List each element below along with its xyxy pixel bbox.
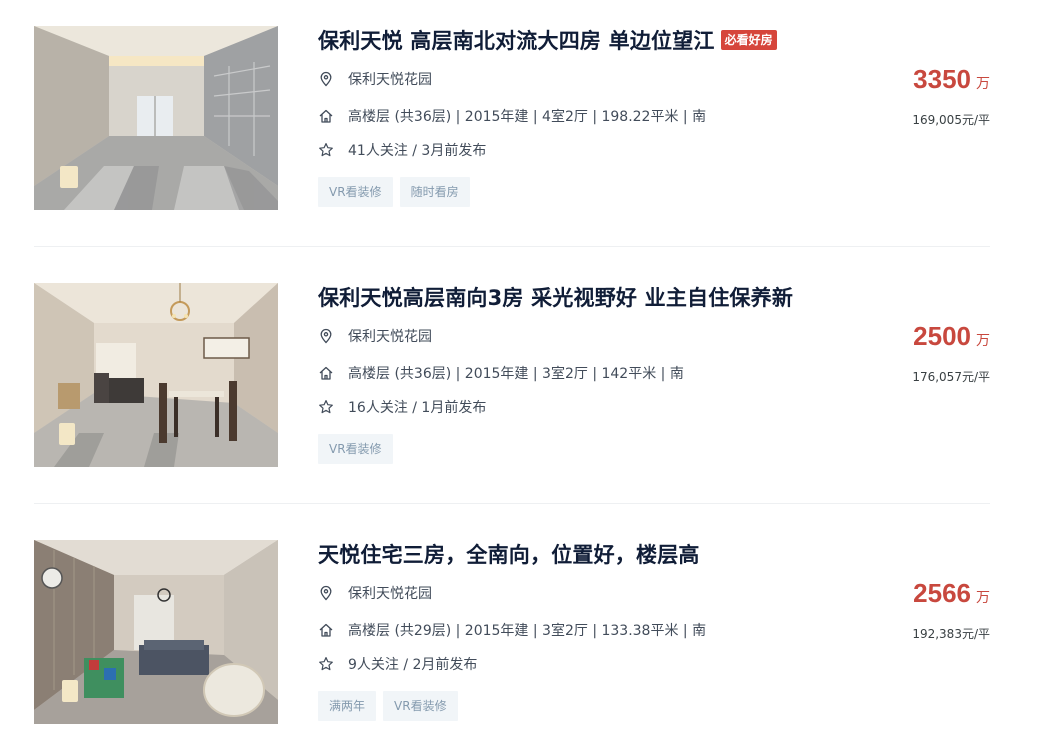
star-icon xyxy=(318,656,334,672)
follow-row: 41人关注 / 3月前发布 xyxy=(318,140,486,160)
listing-card: 保利天悦 高层南北对流大四房 单边位望江 必看好房 保利天悦花园 高楼层 (共3… xyxy=(34,26,990,210)
total-price-value: 2566 xyxy=(913,578,971,608)
total-price-value: 3350 xyxy=(913,64,971,94)
tag: 随时看房 xyxy=(399,177,470,207)
unit-price: 192,383元/平 xyxy=(912,627,990,641)
tag: VR看装修 xyxy=(318,434,393,464)
listing-title-text: 保利天悦高层南向3房 采光视野好 业主自住保养新 xyxy=(318,286,794,310)
community-row: 保利天悦花园 xyxy=(318,583,432,603)
total-price: 3350 万 xyxy=(913,64,990,95)
tag: VR看装修 xyxy=(318,177,393,207)
community-link[interactable]: 保利天悦花园 xyxy=(348,69,432,89)
house-icon xyxy=(318,108,334,124)
follow-row: 9人关注 / 2月前发布 xyxy=(318,654,477,674)
star-icon xyxy=(318,399,334,415)
community-link[interactable]: 保利天悦花园 xyxy=(348,326,432,346)
room-photo-icon xyxy=(34,540,278,724)
house-icon xyxy=(318,365,334,381)
listing-card: 保利天悦高层南向3房 采光视野好 业主自住保养新 保利天悦花园 高楼层 (共36… xyxy=(34,283,990,467)
room-photo-icon xyxy=(34,283,278,467)
tag: 满两年 xyxy=(318,691,377,721)
total-price-unit: 万 xyxy=(976,333,990,349)
follow-text: 41人关注 / 3月前发布 xyxy=(348,143,487,159)
total-price: 2500 万 xyxy=(913,321,990,352)
community-row: 保利天悦花园 xyxy=(318,69,432,89)
divider xyxy=(34,503,990,504)
total-price: 2566 万 xyxy=(913,578,990,609)
divider xyxy=(34,246,990,247)
house-info-text: 高楼层 (共29层) | 2015年建 | 3室2厅 | 133.38平米 | … xyxy=(348,623,707,639)
listing-photo[interactable] xyxy=(34,283,278,467)
total-price-value: 2500 xyxy=(913,321,971,351)
listing-card: 天悦住宅三房，全南向，位置好，楼层高 保利天悦花园 高楼层 (共29层) | 2… xyxy=(34,540,990,724)
total-price-unit: 万 xyxy=(976,76,990,92)
house-info-text: 高楼层 (共36层) | 2015年建 | 3室2厅 | 142平米 | 南 xyxy=(348,366,684,382)
tag: VR看装修 xyxy=(383,691,458,721)
tag-list: 满两年 VR看装修 xyxy=(318,691,465,721)
listing-title-text: 保利天悦 高层南北对流大四房 单边位望江 xyxy=(318,29,715,53)
room-photo-icon xyxy=(34,26,278,210)
listing-title-text: 天悦住宅三房，全南向，位置好，楼层高 xyxy=(318,543,700,567)
house-info-text: 高楼层 (共36层) | 2015年建 | 4室2厅 | 198.22平米 | … xyxy=(348,109,707,125)
listing-title[interactable]: 天悦住宅三房，全南向，位置好，楼层高 xyxy=(318,540,700,568)
location-pin-icon xyxy=(318,585,334,601)
tag-list: VR看装修 xyxy=(318,434,400,464)
listing-photo[interactable] xyxy=(34,26,278,210)
total-price-unit: 万 xyxy=(976,590,990,606)
house-info-row: 高楼层 (共36层) | 2015年建 | 4室2厅 | 198.22平米 | … xyxy=(318,106,706,126)
location-pin-icon xyxy=(318,328,334,344)
house-info-row: 高楼层 (共36层) | 2015年建 | 3室2厅 | 142平米 | 南 xyxy=(318,363,684,383)
tag-list: VR看装修 随时看房 xyxy=(318,177,477,207)
listing-title[interactable]: 保利天悦 高层南北对流大四房 单边位望江 必看好房 xyxy=(318,26,777,54)
listing-title[interactable]: 保利天悦高层南向3房 采光视野好 业主自住保养新 xyxy=(318,283,793,311)
location-pin-icon xyxy=(318,71,334,87)
follow-text: 16人关注 / 1月前发布 xyxy=(348,400,487,416)
unit-price: 176,057元/平 xyxy=(912,370,990,384)
house-icon xyxy=(318,622,334,638)
community-link[interactable]: 保利天悦花园 xyxy=(348,583,432,603)
star-icon xyxy=(318,142,334,158)
listing-photo[interactable] xyxy=(34,540,278,724)
follow-row: 16人关注 / 1月前发布 xyxy=(318,397,486,417)
community-row: 保利天悦花园 xyxy=(318,326,432,346)
follow-text: 9人关注 / 2月前发布 xyxy=(348,657,478,673)
house-info-row: 高楼层 (共29层) | 2015年建 | 3室2厅 | 133.38平米 | … xyxy=(318,620,706,640)
must-see-badge: 必看好房 xyxy=(720,30,777,50)
unit-price: 169,005元/平 xyxy=(912,113,990,127)
